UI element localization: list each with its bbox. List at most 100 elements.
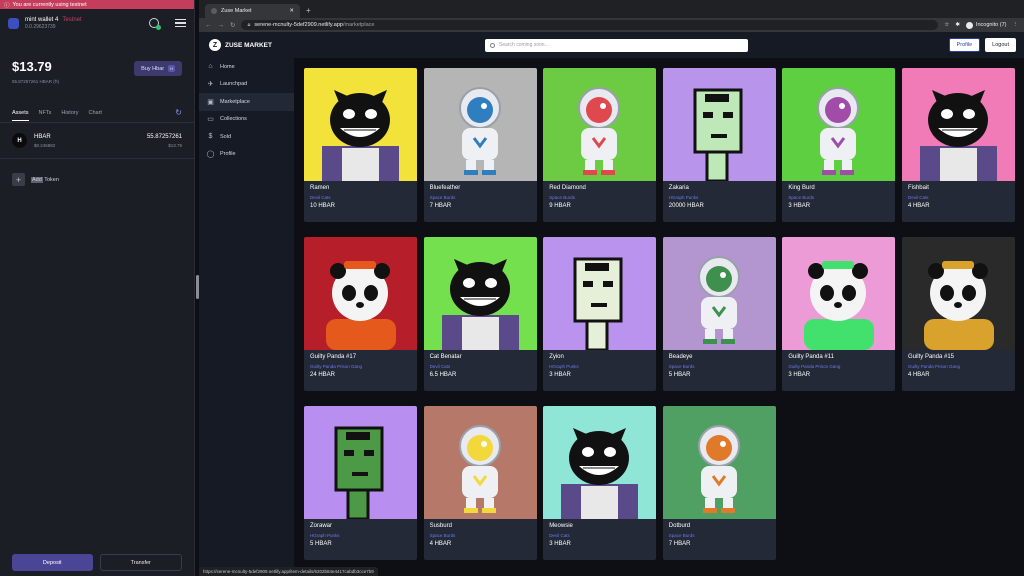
reload-icon[interactable]: ↻ <box>230 21 235 29</box>
tab-nfts[interactable]: NFTs <box>39 110 52 116</box>
sidebar-item-launchpad[interactable]: ✈ Launchpad <box>199 76 294 94</box>
nft-image[interactable] <box>423 237 537 350</box>
bookmark-star-icon[interactable]: ☆ <box>944 22 949 28</box>
nft-image[interactable] <box>782 237 896 350</box>
profile-button[interactable]: Profile <box>948 38 981 52</box>
nft-card[interactable]: King Burd Space Burds 3 HBAR <box>782 68 896 222</box>
asset-row-hbar[interactable]: H HBAR $0.246882 55.87257261 $13.79 <box>0 123 194 159</box>
nft-collection[interactable]: HGraph Punks <box>310 533 411 538</box>
nft-collection[interactable]: HGraph Punks <box>549 364 650 369</box>
browser-tab[interactable]: Zuse Market ✕ <box>205 4 300 18</box>
nft-image[interactable] <box>423 406 537 519</box>
back-icon[interactable]: ← <box>205 22 212 29</box>
wallet-name[interactable]: mint wallet 4 <box>25 17 58 23</box>
sidebar-item-collections[interactable]: ▭ Collections <box>199 111 294 129</box>
nft-image[interactable] <box>901 237 1015 350</box>
nft-image[interactable] <box>423 68 537 181</box>
nft-image[interactable] <box>543 406 657 519</box>
logout-button[interactable]: Logout <box>985 38 1016 52</box>
wallet-panel: ⓘ You are currently using testnet mint w… <box>0 0 195 576</box>
account-id[interactable]: 0.0.29623739 <box>25 24 143 30</box>
nft-image[interactable] <box>543 68 657 181</box>
nft-image[interactable] <box>304 406 417 519</box>
nft-collection[interactable]: Devil Cats <box>310 195 411 200</box>
nft-card[interactable]: Guilty Panda #17 Guilty Panda Prison Gang… <box>304 237 417 391</box>
nft-card[interactable]: Zakaria HGraph Punks 20000 HBAR <box>662 68 776 222</box>
tab-history[interactable]: History <box>61 110 78 116</box>
transfer-button[interactable]: Transfer <box>99 554 182 571</box>
nft-image[interactable] <box>662 406 776 519</box>
nft-card[interactable]: Fishbait Devil Cats 4 HBAR <box>901 68 1015 222</box>
store-icon: ▣ <box>207 98 214 106</box>
close-tab-icon[interactable]: ✕ <box>289 8 294 14</box>
nft-info: Red Diamond Space Burds 9 HBAR <box>543 181 656 213</box>
forward-icon[interactable]: → <box>218 22 225 29</box>
nft-collection[interactable]: Space Burds <box>549 195 650 200</box>
nft-collection[interactable]: Space Burds <box>430 533 531 538</box>
nft-image[interactable] <box>662 68 776 181</box>
nft-image[interactable] <box>901 68 1015 181</box>
sidebar-item-home[interactable]: ⌂ Home <box>199 58 294 76</box>
sidebar-item-profile[interactable]: ◯ Profile <box>199 146 294 164</box>
nft-collection[interactable]: Guilty Panda Prison Gang <box>310 364 411 369</box>
address-bar[interactable]: 🔒︎ serene-mcnulty-5def2909.netlify.app/m… <box>241 20 939 30</box>
nft-name: Guilty Panda #15 <box>907 354 954 360</box>
incognito-indicator[interactable]: Incognito (7) <box>965 21 1007 29</box>
nft-image[interactable] <box>662 237 776 350</box>
nft-card[interactable]: Guilty Panda #11 Guilty Panda Prison Gang… <box>782 237 896 391</box>
nft-info: Meowsie Devil Cats 3 HBAR <box>543 519 656 551</box>
nft-image[interactable] <box>782 68 896 181</box>
nft-collection[interactable]: Guilty Panda Prison Gang <box>788 364 889 369</box>
deposit-button[interactable]: Deposit <box>12 554 93 571</box>
browser-menu-icon[interactable]: ⋮ <box>1013 22 1019 28</box>
sidebar-item-sold[interactable]: $ Sold <box>199 128 294 146</box>
wallet-tabs: Assets NFTs History Chart ↻ <box>0 108 194 123</box>
menu-icon[interactable] <box>175 19 186 27</box>
nft-card[interactable]: Ramen Devil Cats 10 HBAR <box>304 68 417 222</box>
home-icon: ⌂ <box>208 63 213 71</box>
wallet-header: mint wallet 4 Testnet 0.0.29623739 <box>0 9 194 37</box>
extensions-icon[interactable]: ✱ <box>955 22 960 28</box>
buy-hbar-button[interactable]: Buy Hbar H <box>134 61 182 76</box>
nft-card[interactable]: Susburd Space Burds 4 HBAR <box>423 406 537 560</box>
nft-card[interactable]: Beadeye Space Burds 5 HBAR <box>662 237 776 391</box>
nft-collection[interactable]: Guilty Panda Prison Gang <box>908 364 1009 369</box>
add-token-button[interactable]: + Add Token <box>0 159 194 200</box>
nft-card[interactable]: Bluefeather Space Burds 7 HBAR <box>423 68 537 222</box>
nft-info: Guilty Panda #15 Guilty Panda Prison Gang… <box>902 350 1015 382</box>
nft-image[interactable] <box>304 68 417 181</box>
nft-card[interactable]: Dotburd Space Burds 7 HBAR <box>662 406 776 560</box>
search-input[interactable]: Search coming soon... <box>485 38 748 52</box>
refresh-icon[interactable]: ↻ <box>175 108 182 117</box>
nft-name: Fishbait <box>907 185 929 191</box>
nft-collection[interactable]: Space Burds <box>669 533 770 538</box>
nft-card[interactable]: Zyion HGraph Punks 3 HBAR <box>543 237 657 391</box>
nft-card[interactable]: Zorawar HGraph Punks 5 HBAR <box>304 406 417 560</box>
nft-card[interactable]: Guilty Panda #15 Guilty Panda Prison Gang… <box>901 237 1015 391</box>
nft-image[interactable] <box>543 237 657 350</box>
nft-collection[interactable]: HGraph Punks <box>669 195 770 200</box>
tab-chart[interactable]: Chart <box>88 110 101 116</box>
nft-collection[interactable]: Devil Cats <box>549 533 650 538</box>
nft-collection[interactable]: Devil Cats <box>430 364 531 369</box>
browser-window: Zuse Market ✕ + ← → ↻ 🔒︎ serene-mcnulty-… <box>199 0 1024 576</box>
wallet-avatar[interactable] <box>8 17 19 29</box>
nft-card[interactable]: Red Diamond Space Burds 9 HBAR <box>543 68 657 222</box>
nft-collection[interactable]: Space Burds <box>788 195 889 200</box>
nft-collection[interactable]: Space Burds <box>430 195 531 200</box>
plus-icon: + <box>12 173 25 186</box>
globe-icon[interactable] <box>149 18 161 30</box>
nft-card[interactable]: Cat Benatar Devil Cats 6.5 HBAR <box>423 237 537 391</box>
nft-image[interactable] <box>304 237 417 350</box>
nft-name: Dotburd <box>668 523 691 529</box>
balance-hbar: 55.87257261 HBAR (ℏ) <box>12 79 60 84</box>
sidebar-item-marketplace[interactable]: ▣ Marketplace <box>199 93 294 111</box>
new-tab-icon[interactable]: + <box>306 6 311 18</box>
tab-assets[interactable]: Assets <box>12 110 29 121</box>
marketplace-content: Ramen Devil Cats 10 HBAR Bluefeather Space B… <box>294 58 1024 576</box>
nft-collection[interactable]: Space Burds <box>669 364 770 369</box>
nft-card[interactable]: Meowsie Devil Cats 3 HBAR <box>543 406 657 560</box>
site-logo[interactable]: Z ZUSE MARKET <box>209 39 409 51</box>
nft-name: Zakaria <box>668 185 689 191</box>
nft-collection[interactable]: Devil Cats <box>908 195 1009 200</box>
